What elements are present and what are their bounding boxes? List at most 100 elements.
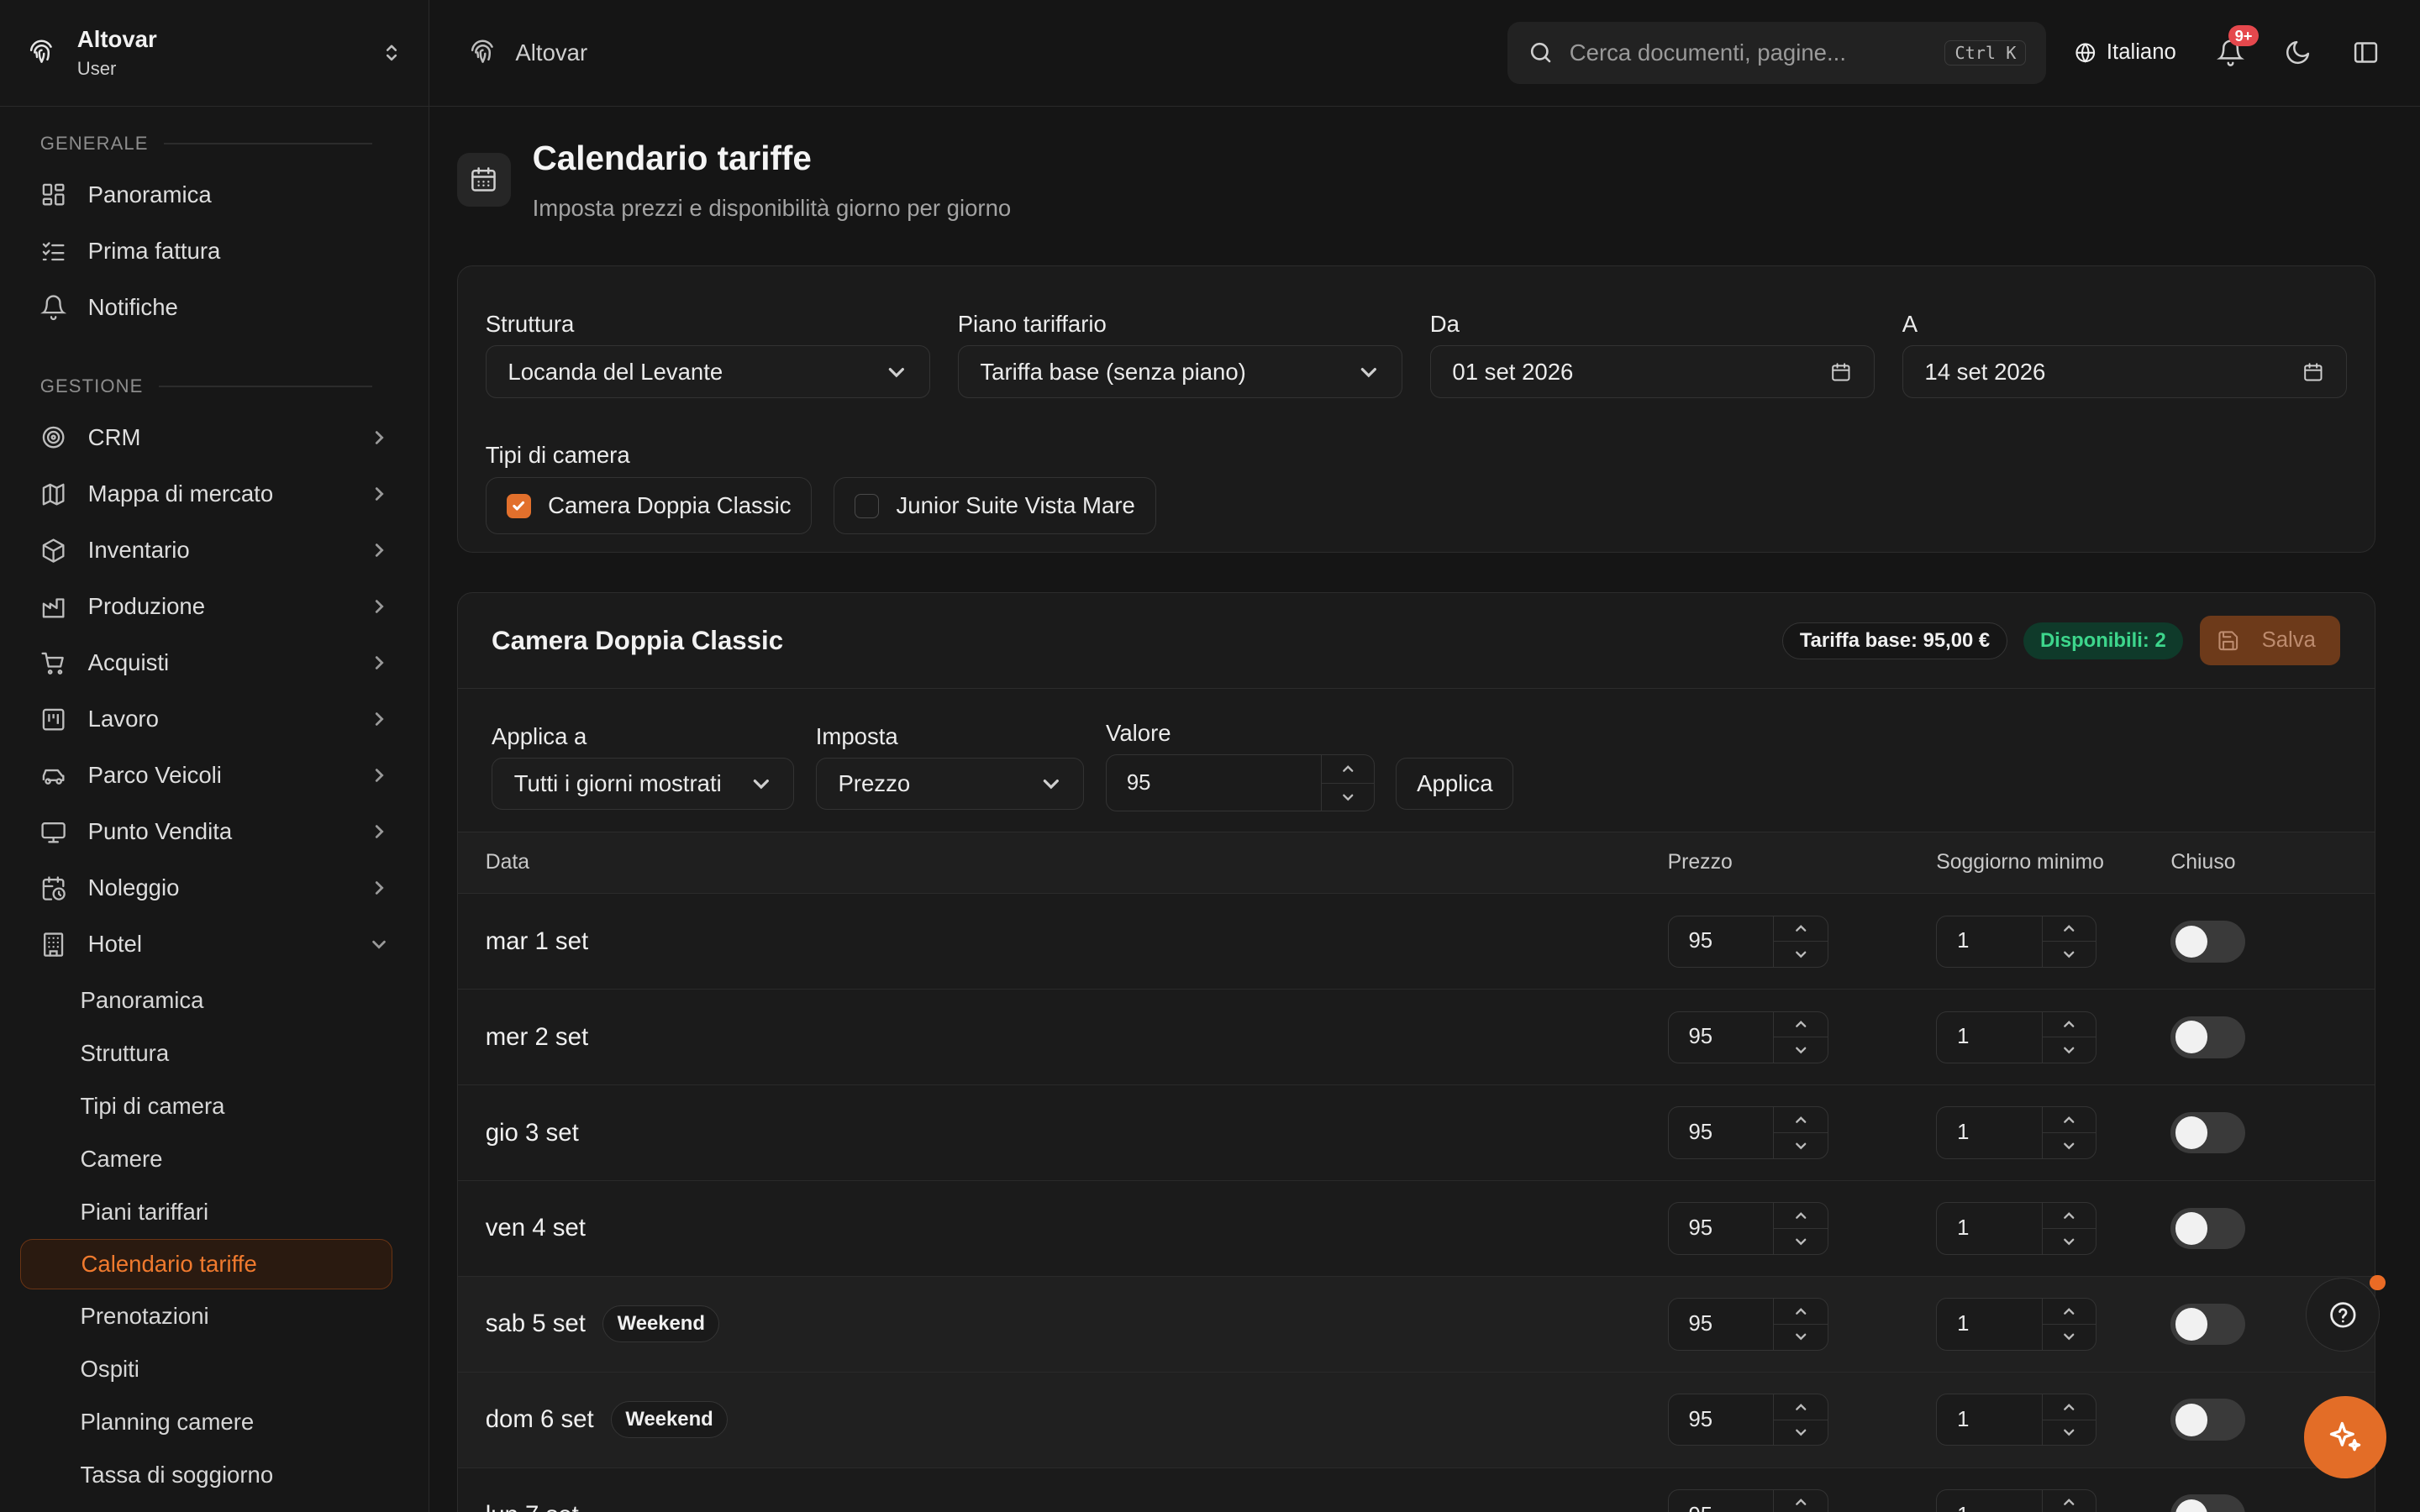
decrement-button[interactable] bbox=[1774, 1227, 1828, 1254]
price-input[interactable]: 95 bbox=[1669, 1299, 1774, 1349]
hotel-sub-camere[interactable]: Camere bbox=[0, 1133, 429, 1186]
increment-button[interactable] bbox=[1774, 916, 1827, 942]
decrement-button[interactable] bbox=[1774, 1132, 1828, 1158]
nav-panoramica[interactable]: Panoramica bbox=[0, 166, 429, 223]
date-to-picker[interactable]: 14 set 2026 bbox=[1902, 345, 2347, 398]
increment-button[interactable] bbox=[1774, 1299, 1827, 1324]
increment-button[interactable] bbox=[1774, 1203, 1827, 1228]
piano-tariffario-select[interactable]: Tariffa base (senza piano) bbox=[957, 345, 1402, 398]
decrement-button[interactable] bbox=[2042, 1132, 2096, 1158]
increment-button[interactable] bbox=[1774, 1107, 1827, 1132]
hotel-sub-struttura[interactable]: Struttura bbox=[0, 1027, 429, 1080]
min-stay-input[interactable]: 1 bbox=[1937, 1299, 2042, 1349]
min-stay-stepper[interactable]: 1 bbox=[1936, 1011, 2097, 1063]
nav-noleggio[interactable]: Noleggio bbox=[0, 860, 429, 916]
help-button[interactable] bbox=[2306, 1275, 2386, 1352]
language-switcher[interactable]: Italiano bbox=[2074, 40, 2176, 65]
checkbox-checked[interactable] bbox=[506, 493, 531, 519]
nav-mappa-di-mercato[interactable]: Mappa di mercato bbox=[0, 466, 429, 522]
increment-button[interactable] bbox=[2043, 1394, 2096, 1420]
min-stay-input[interactable]: 1 bbox=[1937, 1012, 2042, 1063]
hotel-sub-tassa-di-soggiorno[interactable]: Tassa di soggiorno bbox=[0, 1448, 429, 1501]
hotel-sub-ospiti[interactable]: Ospiti bbox=[0, 1342, 429, 1395]
min-stay-stepper[interactable]: 1 bbox=[1936, 915, 2097, 969]
decrement-button[interactable] bbox=[1774, 1419, 1828, 1446]
increment-button[interactable] bbox=[1774, 1012, 1827, 1037]
nav-acquisti[interactable]: Acquisti bbox=[0, 635, 429, 691]
hotel-sub-piani-tariffari[interactable]: Piani tariffari bbox=[0, 1186, 429, 1239]
price-input[interactable]: 95 bbox=[1669, 1394, 1774, 1445]
breadcrumb-label[interactable]: Altovar bbox=[515, 39, 587, 66]
price-stepper[interactable]: 95 bbox=[1667, 1394, 1828, 1446]
apply-to-select[interactable]: Tutti i giorni mostrati bbox=[492, 757, 795, 811]
min-stay-stepper[interactable]: 1 bbox=[1936, 1488, 2097, 1512]
increment-button[interactable] bbox=[2043, 1107, 2096, 1132]
min-stay-stepper[interactable]: 1 bbox=[1936, 1202, 2097, 1255]
value-input[interactable]: 95 bbox=[1107, 755, 1321, 811]
closed-toggle[interactable] bbox=[2170, 1494, 2245, 1512]
price-stepper[interactable]: 95 bbox=[1667, 1488, 1828, 1512]
org-switcher[interactable]: Altovar User bbox=[0, 0, 429, 107]
hotel-sub-panoramica[interactable]: Panoramica bbox=[0, 974, 429, 1027]
room-type-chip-junior-suite[interactable]: Junior Suite Vista Mare bbox=[834, 477, 1156, 535]
closed-toggle[interactable] bbox=[2170, 1111, 2245, 1154]
min-stay-stepper[interactable]: 1 bbox=[1936, 1298, 2097, 1351]
closed-toggle[interactable] bbox=[2170, 921, 2245, 963]
increment-button[interactable] bbox=[1774, 1490, 1827, 1512]
price-stepper[interactable]: 95 bbox=[1667, 1011, 1828, 1063]
decrement-button[interactable] bbox=[1774, 1037, 1828, 1063]
nav-produzione[interactable]: Produzione bbox=[0, 579, 429, 635]
decrement-button[interactable] bbox=[1774, 941, 1828, 967]
min-stay-stepper[interactable]: 1 bbox=[1936, 1394, 2097, 1446]
increment-button[interactable] bbox=[2043, 1012, 2096, 1037]
increment-button[interactable] bbox=[2043, 916, 2096, 942]
nav-inventario[interactable]: Inventario bbox=[0, 522, 429, 579]
closed-toggle[interactable] bbox=[2170, 1207, 2245, 1250]
nav-lavoro[interactable]: Lavoro bbox=[0, 691, 429, 748]
nav-hotel[interactable]: Hotel bbox=[0, 916, 429, 973]
search-input[interactable]: Cerca documenti, pagine... Ctrl K bbox=[1507, 22, 2047, 84]
hotel-sub-prenotazioni[interactable]: Prenotazioni bbox=[0, 1289, 429, 1342]
sidebar-toggle-button[interactable] bbox=[2352, 39, 2380, 66]
increment-button[interactable] bbox=[2043, 1490, 2096, 1512]
nav-notifiche[interactable]: Notifiche bbox=[0, 279, 429, 335]
min-stay-input[interactable]: 1 bbox=[1937, 1203, 2042, 1253]
closed-toggle[interactable] bbox=[2170, 1399, 2245, 1441]
hotel-sub-calendario-tariffe[interactable]: Calendario tariffe bbox=[19, 1238, 393, 1290]
decrement-button[interactable] bbox=[1322, 782, 1374, 811]
save-button[interactable]: Salva bbox=[2200, 616, 2341, 666]
price-stepper[interactable]: 95 bbox=[1667, 915, 1828, 969]
checkbox-unchecked[interactable] bbox=[854, 493, 880, 519]
date-from-picker[interactable]: 01 set 2026 bbox=[1429, 345, 1875, 398]
hotel-sub-tipi-di-camera[interactable]: Tipi di camera bbox=[0, 1080, 429, 1133]
nav-punto-vendita[interactable]: Punto Vendita bbox=[0, 804, 429, 860]
nav-crm[interactable]: CRM bbox=[0, 410, 429, 466]
price-stepper[interactable]: 95 bbox=[1667, 1298, 1828, 1351]
price-stepper[interactable]: 95 bbox=[1667, 1106, 1828, 1159]
closed-toggle[interactable] bbox=[2170, 1303, 2245, 1346]
increment-button[interactable] bbox=[1322, 755, 1373, 782]
theme-toggle-button[interactable] bbox=[2284, 39, 2312, 66]
min-stay-input[interactable]: 1 bbox=[1937, 1394, 2042, 1445]
value-stepper[interactable]: 95 bbox=[1106, 754, 1375, 812]
min-stay-input[interactable]: 1 bbox=[1937, 1107, 2042, 1158]
nav-parco-veicoli[interactable]: Parco Veicoli bbox=[0, 748, 429, 804]
min-stay-input[interactable]: 1 bbox=[1937, 1490, 2042, 1512]
price-input[interactable]: 95 bbox=[1669, 1490, 1774, 1512]
decrement-button[interactable] bbox=[2042, 941, 2096, 967]
decrement-button[interactable] bbox=[2042, 1227, 2096, 1254]
min-stay-stepper[interactable]: 1 bbox=[1936, 1106, 2097, 1159]
price-stepper[interactable]: 95 bbox=[1667, 1202, 1828, 1255]
min-stay-input[interactable]: 1 bbox=[1937, 916, 2042, 967]
price-input[interactable]: 95 bbox=[1669, 1107, 1774, 1158]
increment-button[interactable] bbox=[2043, 1299, 2096, 1324]
decrement-button[interactable] bbox=[2042, 1419, 2096, 1446]
price-input[interactable]: 95 bbox=[1669, 1203, 1774, 1253]
apply-button[interactable]: Applica bbox=[1396, 757, 1514, 811]
hotel-sub-planning-camere[interactable]: Planning camere bbox=[0, 1395, 429, 1448]
price-input[interactable]: 95 bbox=[1669, 1012, 1774, 1063]
increment-button[interactable] bbox=[2043, 1203, 2096, 1228]
decrement-button[interactable] bbox=[1774, 1323, 1828, 1350]
nav-prima-fattura[interactable]: Prima fattura bbox=[0, 223, 429, 279]
closed-toggle[interactable] bbox=[2170, 1016, 2245, 1058]
